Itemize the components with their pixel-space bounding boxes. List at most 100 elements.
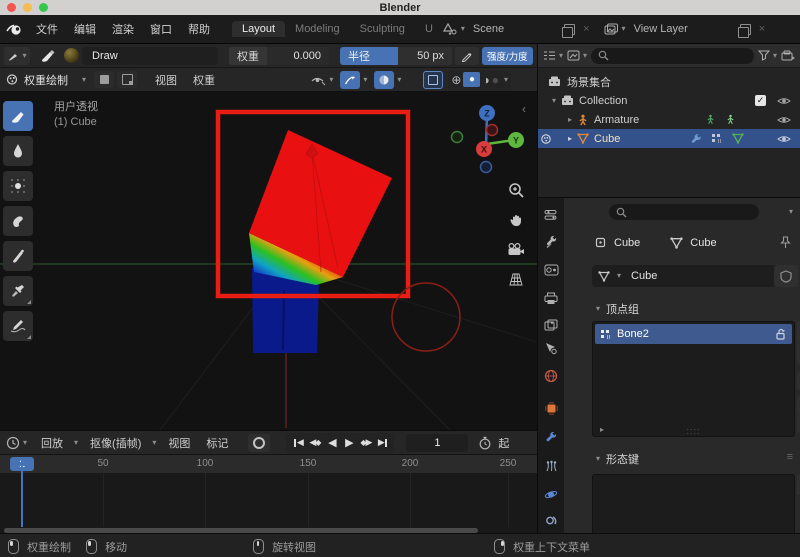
- vertex-groups-list[interactable]: Bone2 ▸ ::::: [592, 321, 795, 437]
- shape-keys-header[interactable]: ▾ 形态键: [596, 451, 639, 467]
- pressure-pen-icon[interactable]: [455, 47, 479, 65]
- workspace-tab-modeling[interactable]: Modeling: [285, 21, 350, 37]
- properties-search-input[interactable]: [609, 204, 759, 220]
- breadcrumb-data[interactable]: Cube: [690, 237, 716, 249]
- weight-menu[interactable]: 权重: [185, 72, 223, 88]
- view-menu[interactable]: 视图: [147, 72, 185, 88]
- workspace-tab-uv-truncated[interactable]: U: [415, 21, 433, 37]
- face-mask-toggle[interactable]: [94, 71, 114, 88]
- smear-tool[interactable]: [3, 206, 33, 236]
- zoom-view-icon[interactable]: [506, 180, 526, 200]
- timeline-editor-type-dropdown[interactable]: ▾: [6, 436, 27, 450]
- visibility-dropdown[interactable]: ▾: [310, 74, 333, 86]
- pan-view-hand-icon[interactable]: [506, 209, 526, 229]
- playback-menu[interactable]: 回放: [33, 435, 71, 451]
- menu-edit[interactable]: 编辑: [66, 21, 104, 37]
- outliner-search-input[interactable]: [591, 48, 754, 64]
- tab-modifiers[interactable]: [538, 427, 564, 449]
- timeline-ruler[interactable]: 50 100 150 200 250 1: [0, 455, 537, 474]
- auto-keying-record-icon[interactable]: [248, 434, 270, 452]
- shape-keys-list[interactable]: [592, 474, 795, 535]
- outliner-filter-dropdown[interactable]: ▾: [758, 50, 777, 61]
- new-scene-icon[interactable]: [564, 24, 575, 35]
- tab-physics[interactable]: [538, 483, 564, 505]
- sample-weight-tool[interactable]: [3, 276, 33, 306]
- tab-object[interactable]: [538, 397, 564, 419]
- draw-brush-tool[interactable]: [3, 101, 33, 131]
- prev-keyframe-button[interactable]: ◀◆: [306, 434, 323, 452]
- gradient-tool[interactable]: [3, 241, 33, 271]
- play-reverse-button[interactable]: ◀: [323, 434, 340, 452]
- tab-output[interactable]: [538, 287, 564, 309]
- eye-icon[interactable]: [777, 134, 791, 144]
- jump-to-start-button[interactable]: ◀: [289, 434, 306, 452]
- orthographic-grid-icon[interactable]: [506, 269, 526, 289]
- weight-field[interactable]: 权重 0.000: [229, 47, 329, 65]
- disclosure-icon[interactable]: ▸: [568, 116, 572, 124]
- start-frame-label[interactable]: 起: [498, 435, 509, 451]
- outliner-row-cube[interactable]: ▸ Cube: [538, 129, 800, 148]
- timeline-view-menu[interactable]: 视图: [160, 435, 198, 451]
- new-collection-icon[interactable]: [781, 50, 795, 62]
- tab-tool[interactable]: [538, 231, 564, 253]
- editor-type-icon[interactable]: [538, 204, 564, 226]
- view-layer-name[interactable]: View Layer: [634, 23, 688, 35]
- strength-button[interactable]: 强度/力度: [482, 47, 533, 65]
- mode-dropdown[interactable]: 权重绘制: [24, 72, 68, 88]
- next-keyframe-button[interactable]: ◆▶: [357, 434, 374, 452]
- fake-user-shield-icon[interactable]: [774, 265, 798, 287]
- play-button[interactable]: ▶: [340, 434, 357, 452]
- list-resize-grip[interactable]: ::::: [686, 426, 700, 436]
- average-tool[interactable]: [3, 171, 33, 201]
- workspace-tab-sculpting[interactable]: Sculpting: [350, 21, 415, 37]
- navigation-gizmo[interactable]: Z Y X: [449, 100, 533, 180]
- eye-icon[interactable]: [777, 96, 791, 106]
- collection-checkbox[interactable]: ✓: [755, 95, 766, 106]
- brush-name-field[interactable]: Draw: [82, 47, 218, 65]
- filter-id-dropdown[interactable]: ▾: [567, 50, 587, 61]
- menu-file[interactable]: 文件: [28, 21, 66, 37]
- rendered-shading-icon[interactable]: ●: [492, 73, 499, 87]
- wireframe-shading-icon[interactable]: ⊕: [451, 73, 461, 87]
- disclosure-icon[interactable]: ▾: [552, 97, 556, 105]
- markers-menu[interactable]: 标记: [198, 435, 236, 451]
- viewport-3d[interactable]: 用户透视 (1) Cube: [0, 92, 537, 430]
- keying-menu[interactable]: 抠像(插帧): [82, 435, 149, 451]
- pin-icon[interactable]: [780, 236, 791, 249]
- playhead[interactable]: [21, 457, 23, 527]
- menu-window[interactable]: 窗口: [142, 21, 180, 37]
- display-mode-dropdown[interactable]: ▾: [543, 50, 563, 61]
- timeline-track[interactable]: [0, 473, 537, 527]
- falloff-curve-button[interactable]: [340, 71, 360, 89]
- current-frame-field[interactable]: 1: [406, 434, 468, 452]
- mesh-name-field[interactable]: ▾ Cube: [592, 265, 780, 287]
- symmetry-sphere-button[interactable]: [374, 71, 394, 89]
- tab-particles[interactable]: [538, 455, 564, 477]
- tab-view-layer[interactable]: [538, 314, 564, 336]
- solid-shading-icon[interactable]: ●: [463, 72, 480, 87]
- panel-grip-icon[interactable]: ≡: [787, 451, 793, 463]
- menu-help[interactable]: 帮助: [180, 21, 218, 37]
- tab-constraints[interactable]: [538, 509, 564, 531]
- material-shading-icon[interactable]: ◑: [482, 73, 489, 87]
- outliner-row-scene-collection[interactable]: 场景集合: [538, 72, 800, 91]
- brush-preview-sphere[interactable]: [64, 48, 79, 63]
- annotate-tool[interactable]: [3, 311, 33, 341]
- new-view-layer-icon[interactable]: [740, 24, 751, 35]
- workspace-tab-layout[interactable]: Layout: [232, 21, 285, 37]
- tab-render[interactable]: [538, 259, 564, 281]
- camera-view-icon[interactable]: [506, 239, 526, 259]
- scene-selector[interactable]: ▾ Scene ×: [443, 23, 596, 35]
- scene-name[interactable]: Scene: [473, 23, 504, 35]
- outliner-row-collection[interactable]: ▾ Collection ✓: [538, 91, 800, 110]
- menu-render[interactable]: 渲染: [104, 21, 142, 37]
- remove-view-layer-icon[interactable]: ×: [759, 23, 765, 35]
- vertex-group-row-bone2[interactable]: Bone2: [595, 324, 792, 344]
- unlink-scene-icon[interactable]: ×: [583, 23, 589, 35]
- jump-to-end-button[interactable]: ▶: [374, 434, 391, 452]
- brush-icon[interactable]: [33, 47, 61, 65]
- radius-slider[interactable]: 半径 50 px: [340, 47, 452, 65]
- vertex-mask-toggle[interactable]: [117, 71, 137, 88]
- blur-tool[interactable]: [3, 136, 33, 166]
- blender-logo-icon[interactable]: [6, 22, 24, 36]
